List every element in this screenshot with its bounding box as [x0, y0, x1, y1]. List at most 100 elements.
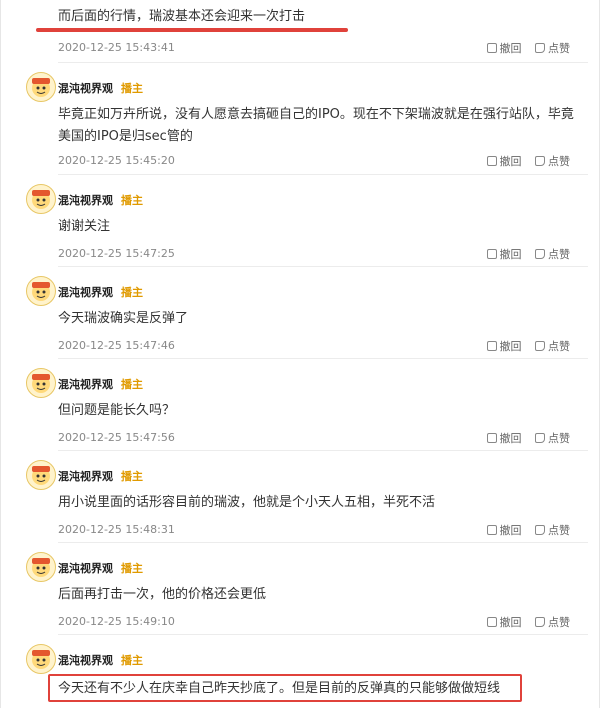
comment-item: 混沌视界观 播主 谢谢关注 2020-12-25 15:47:25 撤回 点赞 — [16, 184, 584, 264]
cartoon-avatar-icon — [32, 558, 50, 577]
highlight-underline — [36, 28, 348, 32]
avatar[interactable] — [26, 276, 56, 306]
comment-meta: 混沌视界观 播主 — [58, 468, 143, 484]
comment-actions: 撤回 点赞 — [477, 522, 570, 538]
like-button[interactable]: 点赞 — [535, 153, 570, 169]
role-badge: 播主 — [121, 82, 143, 95]
revoke-icon — [486, 525, 497, 535]
cartoon-avatar-icon — [32, 190, 50, 209]
comment-timestamp: 2020-12-25 15:47:56 — [58, 431, 175, 444]
comment-divider — [58, 542, 588, 543]
like-button[interactable]: 点赞 — [535, 338, 570, 354]
revoke-label: 撤回 — [499, 155, 522, 168]
like-button[interactable]: 点赞 — [535, 522, 570, 538]
cartoon-avatar-icon — [32, 282, 50, 301]
thumbs-up-icon — [535, 617, 545, 627]
comment-meta: 混沌视界观 播主 — [58, 652, 143, 668]
comment-timestamp: 2020-12-25 15:45:20 — [58, 154, 175, 167]
avatar[interactable] — [26, 460, 56, 490]
revoke-button[interactable]: 撤回 — [486, 40, 522, 56]
comment-meta: 混沌视界观 播主 — [58, 284, 143, 300]
role-badge: 播主 — [121, 470, 143, 483]
comment-timestamp: 2020-12-25 15:47:46 — [58, 339, 175, 352]
cartoon-avatar-icon — [32, 374, 50, 393]
revoke-button[interactable]: 撤回 — [486, 430, 522, 446]
comment-actions: 撤回 点赞 — [477, 614, 570, 630]
thumbs-up-icon — [535, 156, 545, 166]
comment-content: 谢谢关注 — [58, 219, 111, 234]
revoke-icon — [486, 433, 497, 443]
role-badge: 播主 — [121, 378, 143, 391]
revoke-label: 撤回 — [499, 42, 522, 55]
comment-actions: 撤回 点赞 — [477, 40, 570, 56]
cartoon-avatar-icon — [32, 650, 50, 669]
highlight-box — [48, 674, 522, 702]
revoke-icon — [486, 617, 497, 627]
revoke-button[interactable]: 撤回 — [486, 246, 522, 262]
revoke-button[interactable]: 撤回 — [486, 153, 522, 169]
comment-content: 后面再打击一次，他的价格还会更低 — [58, 587, 267, 602]
comment-content: 今天瑞波确实是反弹了 — [58, 311, 189, 326]
comment-thread: 而后面的行情，瑞波基本还会迎来一次打击 2020-12-25 15:43:41 … — [0, 0, 600, 708]
thumbs-up-icon — [535, 249, 545, 259]
comment-meta: 混沌视界观 播主 — [58, 560, 143, 576]
revoke-label: 撤回 — [499, 340, 522, 353]
comment-divider — [58, 266, 588, 267]
cartoon-avatar-icon — [32, 466, 50, 485]
comment-content: 毕竟正如万卉所说，没有人愿意去搞砸自己的IPO。现在不下架瑞波就是在强行站队，毕… — [58, 107, 574, 144]
author-name[interactable]: 混沌视界观 — [58, 654, 113, 667]
author-name[interactable]: 混沌视界观 — [58, 286, 113, 299]
revoke-button[interactable]: 撤回 — [486, 338, 522, 354]
avatar[interactable] — [26, 368, 56, 398]
comment-meta: 混沌视界观 播主 — [58, 80, 143, 96]
comment-actions: 撤回 点赞 — [477, 153, 570, 169]
revoke-button[interactable]: 撤回 — [486, 522, 522, 538]
comment-divider — [58, 358, 588, 359]
like-label: 点赞 — [548, 248, 570, 261]
like-button[interactable]: 点赞 — [535, 40, 570, 56]
avatar[interactable] — [26, 184, 56, 214]
revoke-label: 撤回 — [499, 616, 522, 629]
revoke-icon — [486, 249, 497, 259]
thumbs-up-icon — [535, 433, 545, 443]
like-label: 点赞 — [548, 155, 570, 168]
author-name[interactable]: 混沌视界观 — [58, 562, 113, 575]
thumbs-up-icon — [535, 341, 545, 351]
comment-meta: 混沌视界观 播主 — [58, 376, 143, 392]
like-label: 点赞 — [548, 432, 570, 445]
like-button[interactable]: 点赞 — [535, 614, 570, 630]
like-button[interactable]: 点赞 — [535, 430, 570, 446]
author-name[interactable]: 混沌视界观 — [58, 470, 113, 483]
comment-item: 混沌视界观 播主 但问题是能长久吗？ 2020-12-25 15:47:56 撤回… — [16, 368, 584, 448]
role-badge: 播主 — [121, 654, 143, 667]
comment-actions: 撤回 点赞 — [477, 338, 570, 354]
revoke-icon — [486, 341, 497, 351]
author-name[interactable]: 混沌视界观 — [58, 378, 113, 391]
author-name[interactable]: 混沌视界观 — [58, 194, 113, 207]
comment-content: 但问题是能长久吗？ — [58, 403, 176, 418]
revoke-icon — [486, 156, 497, 166]
like-button[interactable]: 点赞 — [535, 246, 570, 262]
revoke-label: 撤回 — [499, 432, 522, 445]
avatar[interactable] — [26, 72, 56, 102]
comment-timestamp: 2020-12-25 15:48:31 — [58, 523, 175, 536]
revoke-label: 撤回 — [499, 524, 522, 537]
comment-timestamp: 2020-12-25 15:43:41 — [58, 41, 175, 54]
author-name[interactable]: 混沌视界观 — [58, 82, 113, 95]
like-label: 点赞 — [548, 524, 570, 537]
revoke-label: 撤回 — [499, 248, 522, 261]
role-badge: 播主 — [121, 286, 143, 299]
thumbs-up-icon — [535, 525, 545, 535]
avatar[interactable] — [26, 552, 56, 582]
comment-item: 混沌视界观 播主 后面再打击一次，他的价格还会更低 2020-12-25 15:4… — [16, 552, 584, 632]
comment-actions: 撤回 点赞 — [477, 246, 570, 262]
revoke-icon — [486, 43, 497, 53]
thumbs-up-icon — [535, 43, 545, 53]
comment-timestamp: 2020-12-25 15:49:10 — [58, 615, 175, 628]
avatar[interactable] — [26, 644, 56, 674]
comment-content: 而后面的行情，瑞波基本还会迎来一次打击 — [58, 9, 306, 24]
role-badge: 播主 — [121, 562, 143, 575]
revoke-button[interactable]: 撤回 — [486, 614, 522, 630]
frame-left-border — [0, 0, 1, 708]
comment-divider — [58, 62, 588, 63]
